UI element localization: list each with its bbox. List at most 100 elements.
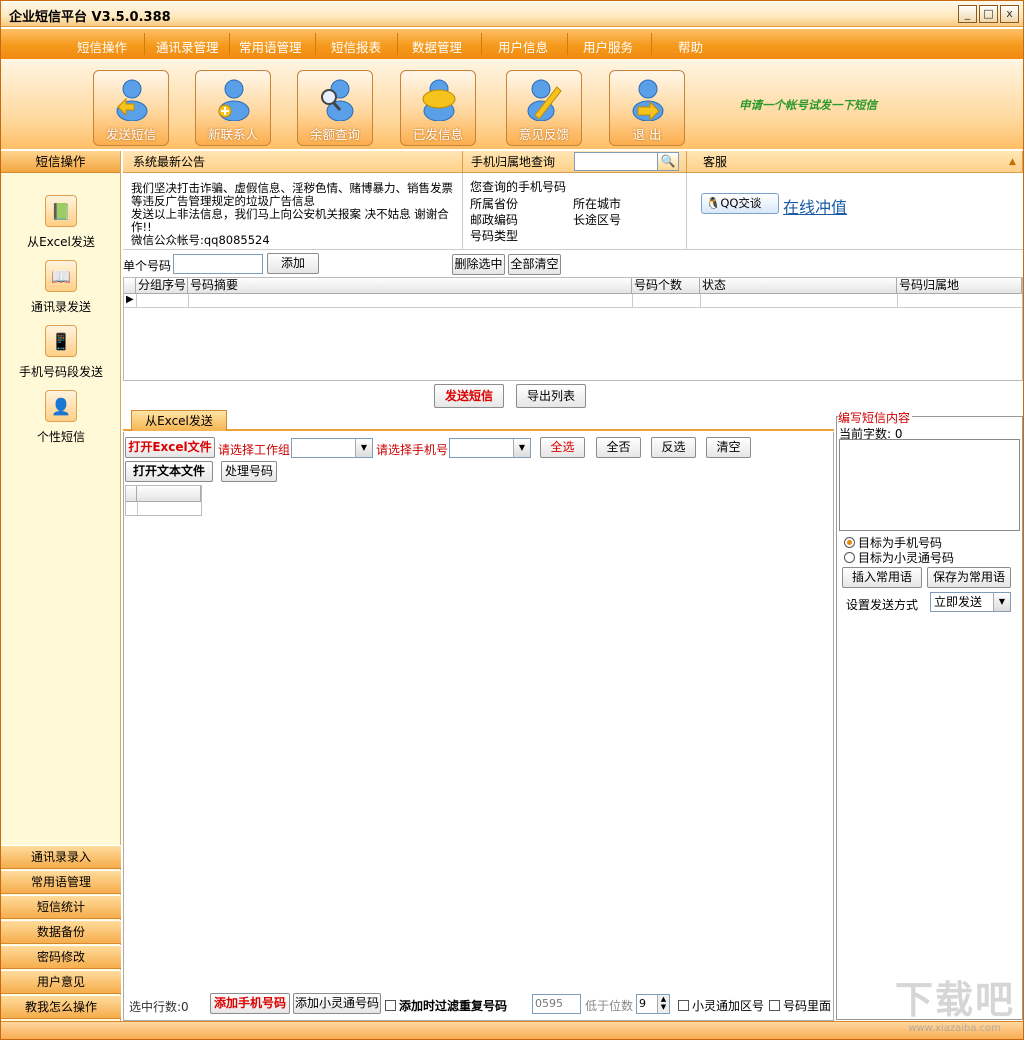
feedback-pencil-icon xyxy=(527,79,562,121)
menu-user-info[interactable]: 用户信息 xyxy=(498,37,548,56)
process-numbers-button[interactable]: 处理号码 xyxy=(221,461,277,482)
send-sms-button[interactable]: 发送短信 xyxy=(93,70,169,146)
col-status[interactable]: 状态 xyxy=(700,278,897,294)
exit-label: 退 出 xyxy=(632,127,662,142)
lookup-header-label: 手机归属地查询 xyxy=(471,155,556,169)
scroll-up-icon[interactable]: ▲ xyxy=(1009,157,1016,167)
chevron-down-icon: ▼ xyxy=(355,439,372,457)
left-item-excel[interactable]: 📗 从Excel发送 xyxy=(1,195,121,250)
left-item-excel-label: 从Excel发送 xyxy=(27,235,95,249)
menu-help[interactable]: 帮助 xyxy=(678,37,703,56)
exit-button[interactable]: 退 出 xyxy=(609,70,685,146)
spinner-arrows-icon[interactable]: ▲ ▼ xyxy=(657,995,669,1013)
select-none-button[interactable]: 全否 xyxy=(596,437,641,458)
target-phs-label: 目标为小灵通号码 xyxy=(858,551,955,565)
menu-phrases[interactable]: 常用语管理 xyxy=(239,37,302,56)
menu-bar: 短信操作 通讯录管理 常用语管理 短信报表 数据管理 用户信息 用户服务 帮助 xyxy=(1,29,1023,59)
col-number-summary[interactable]: 号码摘要 xyxy=(188,278,632,294)
menu-sms-ops[interactable]: 短信操作 xyxy=(77,37,127,56)
lookup-areacode-label: 长途区号 xyxy=(573,213,622,227)
add-phs-button[interactable]: 添加小灵通号码 xyxy=(293,993,381,1014)
radio-icon xyxy=(844,552,855,563)
phone-column-select[interactable]: ▼ xyxy=(449,438,531,458)
left-btn-password[interactable]: 密码修改 xyxy=(1,945,121,969)
col-number-count[interactable]: 号码个数 xyxy=(632,278,700,294)
left-item-personal-label: 个性短信 xyxy=(36,430,85,444)
col-group-index[interactable]: 分组序号 xyxy=(136,278,188,294)
checkbox-icon xyxy=(678,1000,689,1011)
menu-reports[interactable]: 短信报表 xyxy=(331,37,381,56)
sheet-select[interactable]: ▼ xyxy=(291,438,373,458)
excel-grid[interactable] xyxy=(125,485,202,516)
filter-duplicate-checkbox[interactable]: 添加时过滤重复号码 xyxy=(385,997,507,1014)
feedback-button[interactable]: 意见反馈 xyxy=(506,70,582,146)
compose-legend: 编写短信内容 xyxy=(838,409,913,426)
add-phone-button[interactable]: 添加手机号码 xyxy=(210,993,290,1014)
number-table[interactable]: 分组序号 号码摘要 号码个数 状态 号码归属地 ▶ xyxy=(123,277,1023,381)
sent-messages-button[interactable]: 已发信息 xyxy=(400,70,476,146)
target-phs-radio[interactable]: 目标为小灵通号码 xyxy=(844,549,954,566)
minimize-button[interactable]: _ xyxy=(958,5,977,23)
open-excel-button[interactable]: 打开Excel文件 xyxy=(125,437,215,458)
send-mode-select[interactable]: 立即发送 ▼ xyxy=(930,592,1011,612)
lookup-search-icon[interactable]: 🔍 xyxy=(657,152,679,171)
balance-query-button[interactable]: 余额查询 xyxy=(297,70,373,146)
area-code-input[interactable]: 0595 xyxy=(532,994,581,1014)
clear-button[interactable]: 清空 xyxy=(706,437,751,458)
select-all-button[interactable]: 全选 xyxy=(540,437,585,458)
left-btn-tutorial[interactable]: 教我怎么操作 xyxy=(1,995,121,1019)
left-item-contacts[interactable]: 📖 通讯录发送 xyxy=(1,260,121,315)
insert-phrase-button[interactable]: 插入常用语 xyxy=(842,567,922,588)
choose-sheet-label: 请选择工作组 xyxy=(218,443,291,457)
target-phone-label: 目标为手机号码 xyxy=(858,536,943,550)
online-recharge-link[interactable]: 在线冲值 xyxy=(783,194,847,218)
number-inside-label: 号码里面 xyxy=(783,999,832,1013)
trial-link[interactable]: 申请一个帐号试发一下短信 xyxy=(739,97,877,113)
send-sms-action-button[interactable]: 发送短信 xyxy=(434,384,504,408)
phs-area-checkbox[interactable]: 小灵通加区号 xyxy=(678,997,764,1014)
left-btn-phrase-manage[interactable]: 常用语管理 xyxy=(1,870,121,894)
exit-icon xyxy=(632,79,664,121)
watermark-url: www.xiazaiba.com xyxy=(908,1023,1001,1034)
message-textarea[interactable] xyxy=(839,439,1020,531)
phone-range-icon: 📱 xyxy=(45,325,77,357)
invert-selection-button[interactable]: 反选 xyxy=(651,437,696,458)
left-btn-user-feedback[interactable]: 用户意见 xyxy=(1,970,121,994)
left-btn-contact-entry[interactable]: 通讯录录入 xyxy=(1,845,121,869)
export-list-button[interactable]: 导出列表 xyxy=(516,384,586,408)
left-btn-sms-stats[interactable]: 短信统计 xyxy=(1,895,121,919)
table-row[interactable]: ▶ xyxy=(124,294,1022,308)
radio-selected-icon xyxy=(844,537,855,548)
open-text-file-button[interactable]: 打开文本文件 xyxy=(125,461,213,482)
number-inside-checkbox[interactable]: 号码里面 xyxy=(769,997,831,1014)
new-contact-button[interactable]: 新联系人 xyxy=(195,70,271,146)
table-corner xyxy=(124,278,136,294)
col-location[interactable]: 号码归属地 xyxy=(897,278,1022,294)
single-number-input[interactable] xyxy=(173,254,263,274)
menu-data[interactable]: 数据管理 xyxy=(412,37,462,56)
send-sms-label: 发送短信 xyxy=(105,127,156,142)
tab-excel-send[interactable]: 从Excel发送 xyxy=(131,410,227,431)
left-item-personal[interactable]: 👤 个性短信 xyxy=(1,390,121,445)
left-item-number-range[interactable]: 📱 手机号码段发送 xyxy=(1,325,121,380)
left-panel-header[interactable]: 短信操作 xyxy=(1,151,120,173)
clear-all-button[interactable]: 全部清空 xyxy=(508,254,561,275)
single-number-label: 单个号码 xyxy=(123,259,172,273)
lookup-input[interactable] xyxy=(574,152,658,171)
left-btn-data-backup[interactable]: 数据备份 xyxy=(1,920,121,944)
watermark-logo: 下载吧 xyxy=(894,978,1015,1022)
notice-text: 我们坚决打击诈骗、虚假信息、淫秽色情、赌博暴力、销售发票等违反广告管理规定的垃圾… xyxy=(131,181,453,247)
menu-user-service[interactable]: 用户服务 xyxy=(583,37,633,56)
qq-chat-button[interactable]: 🐧QQ交谈 xyxy=(701,193,779,214)
save-phrase-button[interactable]: 保存为常用语 xyxy=(927,567,1011,588)
delete-selected-button[interactable]: 删除选中 xyxy=(452,254,505,275)
maximize-button[interactable]: □ xyxy=(979,5,998,23)
title-bar[interactable]: 企业短信平台 V3.5.0.388 _ □ x xyxy=(1,1,1023,27)
close-button[interactable]: x xyxy=(1000,5,1019,23)
digits-spinner[interactable]: 9 ▲ ▼ xyxy=(636,994,670,1014)
add-number-button[interactable]: 添加 xyxy=(267,253,319,274)
lookup-city-label: 所在城市 xyxy=(573,197,622,211)
qq-chat-label: QQ交谈 xyxy=(720,196,762,210)
left-item-number-range-label: 手机号码段发送 xyxy=(18,365,103,379)
menu-contacts[interactable]: 通讯录管理 xyxy=(156,37,219,56)
